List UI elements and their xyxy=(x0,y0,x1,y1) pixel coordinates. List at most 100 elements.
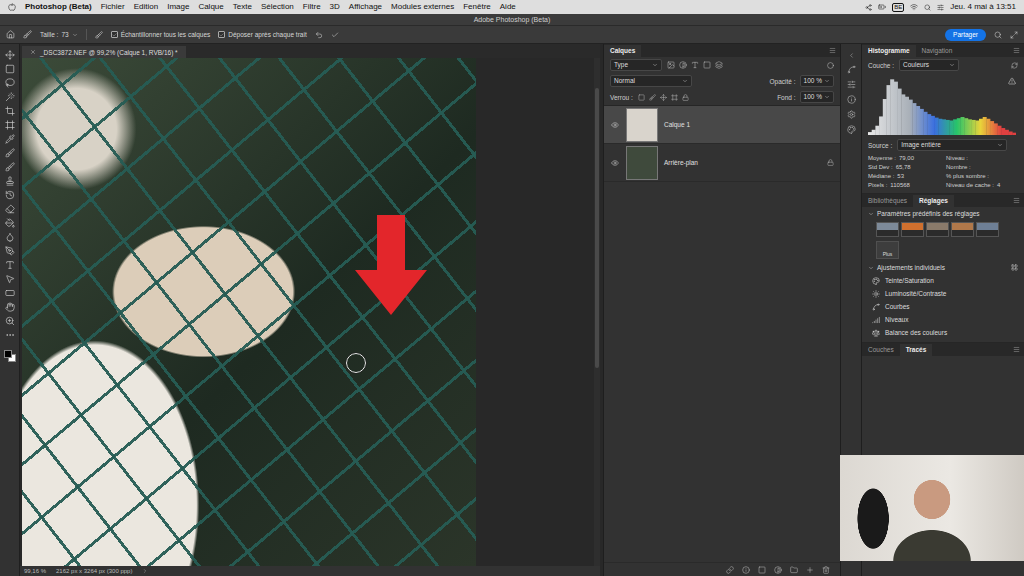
more-tools-icon[interactable] xyxy=(5,330,15,340)
more-presets-button[interactable]: Plus xyxy=(876,241,899,259)
brush-settings-icon[interactable] xyxy=(95,31,103,39)
share-button[interactable]: Partager xyxy=(945,29,986,41)
new-layer-icon[interactable] xyxy=(806,566,814,574)
type-tool-icon[interactable] xyxy=(5,260,15,270)
menu-item[interactable]: Affichage xyxy=(349,1,382,13)
lock-pixels-icon[interactable] xyxy=(649,94,656,101)
preset-thumbnail[interactable] xyxy=(951,222,974,237)
magic-wand-tool-icon[interactable] xyxy=(5,92,15,102)
histogram-toggle-icon[interactable] xyxy=(847,65,856,74)
scrollbar-thumb[interactable] xyxy=(595,88,599,368)
crop-tool-icon[interactable] xyxy=(5,106,15,116)
panel-tab[interactable]: Navigation xyxy=(916,45,959,57)
adjustment-filter-icon[interactable] xyxy=(679,61,687,69)
visibility-toggle[interactable] xyxy=(610,121,620,129)
preset-thumbnail[interactable] xyxy=(901,222,924,237)
menu-item[interactable]: Sélection xyxy=(261,1,294,13)
collapse-icon[interactable] xyxy=(848,52,855,59)
document-tab[interactable]: _DSC3872.NEF @ 99,2% (Calque 1, RVB/16) … xyxy=(22,46,186,58)
lock-position-icon[interactable] xyxy=(660,94,667,101)
pen-tool-icon[interactable] xyxy=(5,246,15,256)
swatches-icon[interactable] xyxy=(847,125,856,134)
adjustment-item[interactable]: Luminosité/Contraste xyxy=(862,287,1024,300)
path-selection-tool-icon[interactable] xyxy=(5,274,15,284)
marquee-tool-icon[interactable] xyxy=(5,64,15,74)
panel-menu-icon[interactable] xyxy=(1013,197,1020,204)
menu-item[interactable]: Aide xyxy=(500,1,516,13)
info-icon[interactable] xyxy=(847,95,856,104)
panel-tab[interactable]: Calques xyxy=(604,45,641,57)
menu-item[interactable]: Edition xyxy=(134,1,158,13)
vertical-scrollbar[interactable] xyxy=(594,58,600,566)
adjustment-item[interactable]: Courbes xyxy=(862,300,1024,313)
checkbox[interactable] xyxy=(218,31,225,38)
lock-transparency-icon[interactable] xyxy=(638,94,645,101)
visibility-toggle[interactable] xyxy=(610,159,620,167)
commit-icon[interactable] xyxy=(331,31,339,39)
filter-toggle-icon[interactable] xyxy=(827,62,834,69)
adjustment-layer-icon[interactable] xyxy=(774,566,782,574)
lock-all-icon[interactable] xyxy=(682,94,689,101)
menu-item[interactable]: Filtre xyxy=(303,1,321,13)
menu-item[interactable]: Image xyxy=(167,1,189,13)
type-filter-icon[interactable] xyxy=(691,61,699,69)
battery-icon[interactable] xyxy=(878,3,886,11)
panel-menu-icon[interactable] xyxy=(1013,47,1020,54)
opacity-field[interactable]: 100 % xyxy=(800,75,834,87)
channel-select[interactable]: Couleurs xyxy=(899,59,959,71)
status-icon[interactable] xyxy=(865,4,872,11)
filter-select[interactable]: Type xyxy=(610,59,662,71)
frame-tool-icon[interactable] xyxy=(5,120,15,130)
panel-tab[interactable]: Histogramme xyxy=(862,45,916,57)
mask-icon[interactable] xyxy=(758,566,766,574)
blend-mode-select[interactable]: Normal xyxy=(610,75,692,87)
menu-item[interactable]: 3D xyxy=(330,1,340,13)
shape-filter-icon[interactable] xyxy=(703,61,711,69)
panel-tab[interactable]: Tracés xyxy=(900,344,933,356)
properties-icon[interactable] xyxy=(847,110,856,119)
menu-item[interactable]: Calque xyxy=(198,1,223,13)
panel-tab[interactable]: Couches xyxy=(862,344,900,356)
panel-menu-icon[interactable] xyxy=(829,47,836,54)
layer-row[interactable]: Calque 1 xyxy=(604,106,840,144)
app-menu[interactable]: Photoshop (Beta) xyxy=(25,1,92,13)
grid-view-icon[interactable] xyxy=(1011,264,1018,271)
preset-thumbnail[interactable] xyxy=(876,222,899,237)
apple-icon[interactable] xyxy=(8,3,16,11)
panel-menu-icon[interactable] xyxy=(1013,346,1020,353)
history-brush-tool-icon[interactable] xyxy=(5,190,15,200)
adjustment-item[interactable]: Teinte/Saturation xyxy=(862,274,1024,287)
source-select[interactable]: Image entière xyxy=(897,139,1007,151)
move-tool-icon[interactable] xyxy=(5,50,15,60)
input-source[interactable]: BE xyxy=(892,3,904,12)
search-icon[interactable] xyxy=(994,31,1002,39)
menu-item[interactable]: Modules externes xyxy=(391,1,454,13)
warning[interactable] xyxy=(1008,77,1016,86)
home-icon[interactable] xyxy=(6,30,15,39)
fill-field[interactable]: 100 % xyxy=(800,91,834,103)
individual-header[interactable]: Ajustements individuels xyxy=(862,261,1024,274)
adjustment-item[interactable]: Niveaux xyxy=(862,313,1024,326)
gradient-tool-icon[interactable] xyxy=(5,218,15,228)
shape-tool-icon[interactable] xyxy=(5,288,15,298)
group-icon[interactable] xyxy=(790,566,798,574)
adjustments-toggle-icon[interactable] xyxy=(847,80,856,89)
pixel-filter-icon[interactable] xyxy=(667,61,675,69)
canvas-photo[interactable] xyxy=(22,58,476,566)
menu-item[interactable]: Fichier xyxy=(101,1,125,13)
refresh-icon[interactable] xyxy=(1011,62,1018,69)
size-control[interactable]: Taille :73 xyxy=(40,31,78,38)
smart-object-filter-icon[interactable] xyxy=(715,61,723,69)
spotlight-icon[interactable] xyxy=(924,4,931,11)
lasso-tool-icon[interactable] xyxy=(5,78,15,88)
reset-icon[interactable] xyxy=(315,31,323,39)
hand-tool-icon[interactable] xyxy=(5,302,15,312)
control-center-icon[interactable] xyxy=(937,4,944,11)
preset-thumbnail[interactable] xyxy=(976,222,999,237)
layer-row[interactable]: Arrière-plan xyxy=(604,144,840,182)
preset-thumbnail[interactable] xyxy=(926,222,949,237)
workspace-icon[interactable] xyxy=(1010,31,1018,39)
healing-brush-tool-icon[interactable] xyxy=(5,148,15,158)
clock[interactable]: Jeu. 4 mai à 13:51 xyxy=(950,1,1016,13)
trash-icon[interactable] xyxy=(822,566,830,574)
